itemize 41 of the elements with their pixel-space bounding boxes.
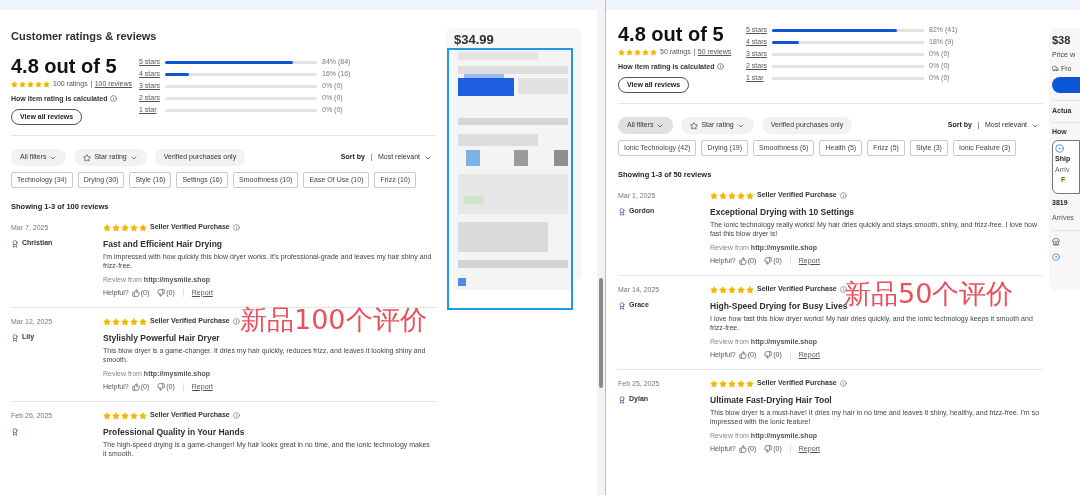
reviewer-icon <box>618 207 626 216</box>
info-icon[interactable] <box>232 318 240 325</box>
thumbs-up-icon <box>738 257 747 265</box>
section-heading: Customer ratings & reviews <box>11 30 158 43</box>
reviewer-icon <box>11 239 19 248</box>
thumbs-up-icon <box>131 383 140 391</box>
price: $38 <box>1052 33 1071 47</box>
thumbs-up-icon <box>738 351 747 359</box>
info-icon[interactable] <box>839 286 847 293</box>
thumbs-up-icon <box>738 445 747 453</box>
thumbs-down-icon <box>157 383 166 391</box>
average-rating: 4.8 out of 5 <box>11 55 117 77</box>
info-icon[interactable] <box>839 192 847 199</box>
reviewer-icon <box>618 395 626 404</box>
primary-button[interactable] <box>1052 77 1080 93</box>
thumbs-down-icon <box>157 289 166 297</box>
star-outline-icon <box>690 121 699 130</box>
annotation-text: 新品100个评价 <box>240 305 427 335</box>
info-icon[interactable] <box>839 380 847 387</box>
info-icon[interactable] <box>110 95 118 103</box>
average-rating: 4.8 out of 5 <box>618 23 724 45</box>
scrollbar-thumb[interactable] <box>599 278 603 388</box>
reviewer-icon <box>618 301 626 310</box>
review-title: Ultimate Fast-Drying Hair Tool <box>710 395 832 406</box>
info-icon[interactable] <box>717 63 725 71</box>
info-icon[interactable] <box>232 412 240 419</box>
review-title: Stylishly Powerful Hair Dryer <box>103 333 220 344</box>
store-icon <box>1052 238 1060 246</box>
reviewer-icon <box>11 333 19 342</box>
thumbs-down-icon <box>764 351 773 359</box>
reviewer-icon <box>11 427 19 436</box>
thumbs-down-icon <box>764 257 773 265</box>
review-title: Fast and Efficient Hair Drying <box>103 239 223 250</box>
info-icon[interactable] <box>232 224 240 231</box>
thumbs-up-icon <box>131 289 140 297</box>
thumbs-down-icon <box>764 445 773 453</box>
star-outline-icon <box>83 153 92 162</box>
review-title: Exceptional Drying with 10 Settings <box>710 207 855 218</box>
price: $34.99 <box>454 32 495 48</box>
review-title: Professional Quality in Your Hands <box>103 427 245 438</box>
truck-icon <box>1052 65 1059 73</box>
